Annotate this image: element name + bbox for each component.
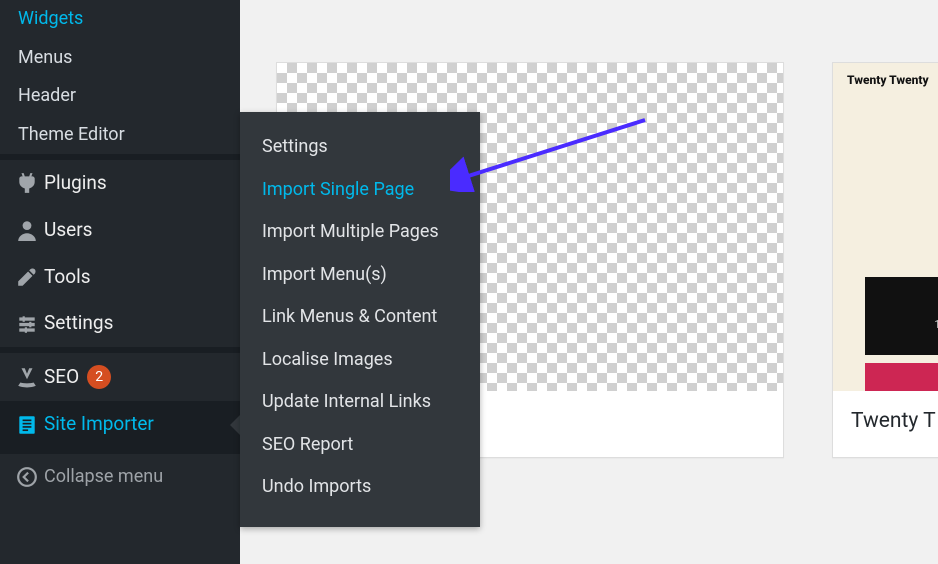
seo-icon	[10, 366, 44, 388]
appearance-submenu: Widgets Menus Header Theme Editor	[0, 0, 240, 154]
preview-accent-bar	[865, 363, 938, 391]
settings-icon	[10, 313, 44, 335]
preview-hero-line1: W	[849, 127, 938, 178]
plugins-icon	[10, 172, 44, 194]
app-root: Child Twenty Twenty The Defaul W M AD 12…	[0, 0, 938, 564]
sidebar-item-label: SEO	[44, 366, 79, 389]
site-importer-flyout: Settings Import Single Page Import Multi…	[240, 112, 480, 527]
sidebar-subitem-theme-editor[interactable]: Theme Editor	[0, 116, 240, 155]
sidebar-item-label: Plugins	[44, 172, 107, 195]
preview-hero-line2: M	[849, 178, 938, 229]
theme-thumbnail: Twenty Twenty The Defaul W M AD 123 Stor…	[833, 63, 938, 391]
sidebar-item-label: Tools	[44, 266, 91, 289]
preview-hero: W M	[833, 97, 938, 250]
sidebar-item-label: Settings	[44, 312, 113, 335]
sidebar-subitem-widgets[interactable]: Widgets	[0, 0, 240, 39]
seo-notification-badge: 2	[87, 365, 111, 389]
sidebar-item-tools[interactable]: Tools	[0, 254, 240, 301]
twenty-twenty-preview: Twenty Twenty The Defaul W M AD 123 Stor…	[833, 63, 938, 391]
sidebar-item-settings[interactable]: Settings	[0, 300, 240, 347]
flyout-item-link-menus-content[interactable]: Link Menus & Content	[240, 296, 480, 339]
flyout-item-import-multiple-pages[interactable]: Import Multiple Pages	[240, 211, 480, 254]
users-icon	[10, 219, 44, 241]
flyout-item-undo-imports[interactable]: Undo Imports	[240, 466, 480, 509]
flyout-item-localise-images[interactable]: Localise Images	[240, 339, 480, 382]
collapse-icon	[10, 466, 44, 488]
admin-sidebar: Widgets Menus Header Theme Editor Plugin…	[0, 0, 240, 564]
site-importer-icon	[10, 414, 44, 436]
sidebar-subitem-menus[interactable]: Menus	[0, 39, 240, 78]
theme-card-twenty-twenty[interactable]: Twenty Twenty The Defaul W M AD 123 Stor…	[832, 62, 938, 458]
flyout-item-seo-report[interactable]: SEO Report	[240, 424, 480, 467]
sidebar-item-label: Users	[44, 219, 92, 242]
sidebar-item-seo[interactable]: SEO 2	[0, 353, 240, 401]
preview-dark-sub: 123 Storg	[934, 318, 938, 331]
sidebar-collapse-toggle[interactable]: Collapse menu	[0, 454, 240, 500]
flyout-item-settings[interactable]: Settings	[240, 126, 480, 169]
sidebar-main-menu: Plugins Users Tools Settings	[0, 160, 240, 448]
sidebar-item-users[interactable]: Users	[0, 207, 240, 254]
collapse-label: Collapse menu	[44, 466, 163, 487]
flyout-item-import-single-page[interactable]: Import Single Page	[240, 169, 480, 212]
flyout-item-import-menus[interactable]: Import Menu(s)	[240, 254, 480, 297]
flyout-item-update-internal-links[interactable]: Update Internal Links	[240, 381, 480, 424]
tools-icon	[10, 266, 44, 288]
preview-dark-block: AD 123 Storg	[865, 277, 938, 355]
preview-header: Twenty Twenty The Defaul	[833, 63, 938, 97]
sidebar-subitem-header[interactable]: Header	[0, 77, 240, 116]
theme-caption: Twenty T	[833, 391, 938, 451]
preview-brand: Twenty Twenty	[847, 73, 929, 87]
sidebar-item-plugins[interactable]: Plugins	[0, 160, 240, 207]
sidebar-item-label: Site Importer	[44, 413, 154, 436]
sidebar-item-site-importer[interactable]: Site Importer	[0, 401, 240, 448]
